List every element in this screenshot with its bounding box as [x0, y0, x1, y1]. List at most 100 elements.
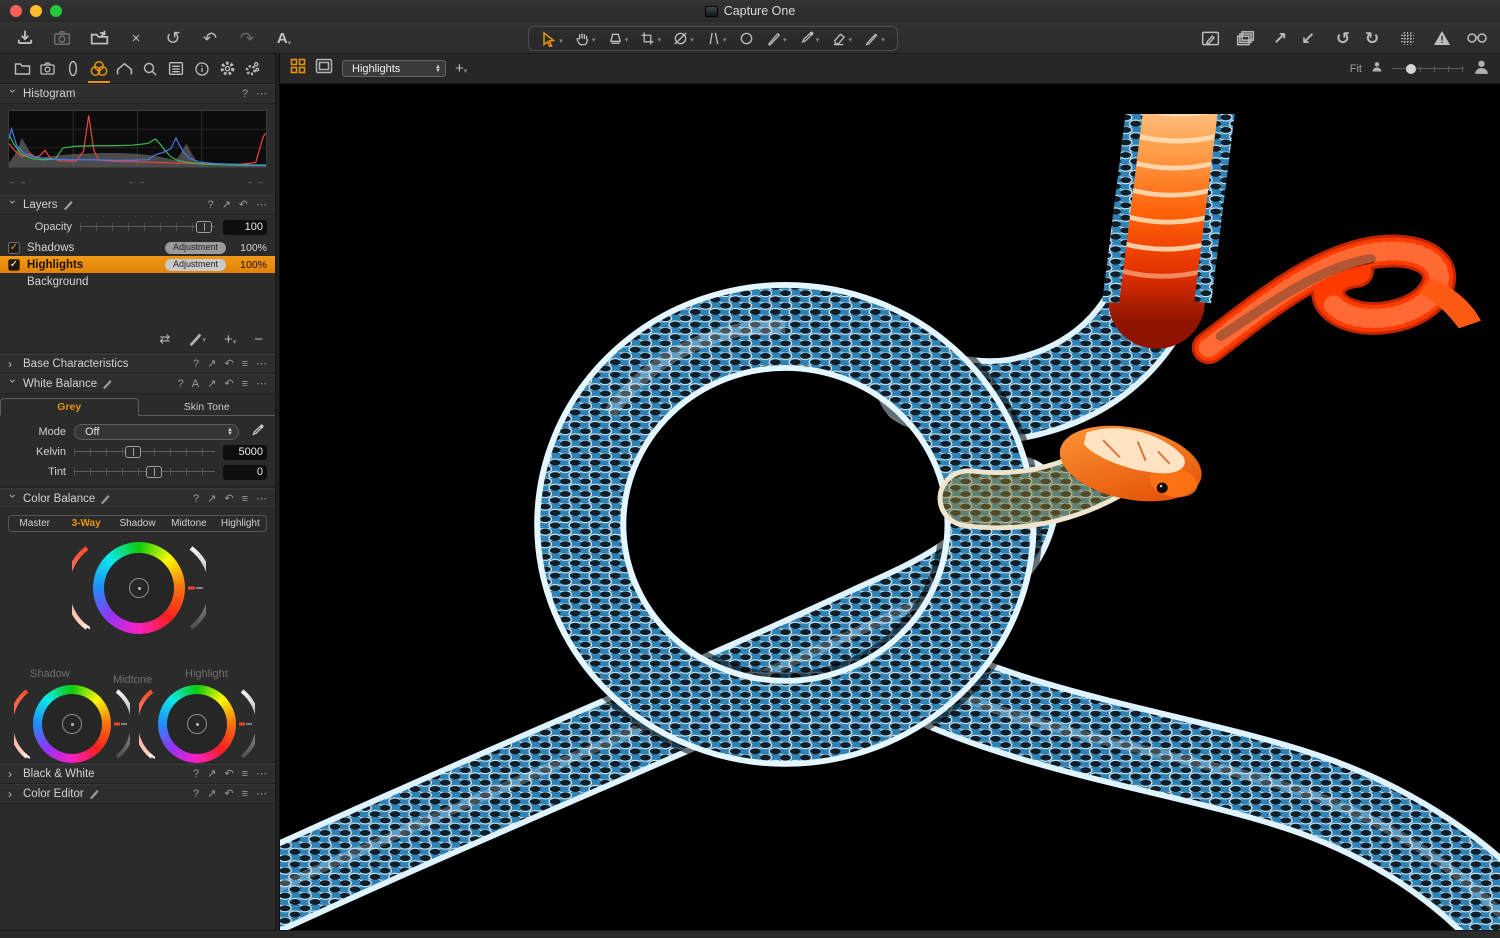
annotate-icon[interactable]: A▾: [273, 27, 295, 49]
variant-selector-dropdown[interactable]: Highlights ▲▼: [342, 60, 446, 77]
delete-icon[interactable]: ×: [125, 27, 147, 49]
chevron-down-icon[interactable]: ›: [6, 200, 20, 210]
help-icon[interactable]: ?: [242, 89, 248, 100]
minimize-window-button[interactable]: [30, 5, 42, 17]
reset-panel-icon[interactable]: ↶: [224, 494, 233, 505]
layer-row-background[interactable]: Background: [0, 273, 275, 290]
redo-icon[interactable]: ↷: [236, 27, 258, 49]
image-canvas[interactable]: [280, 114, 1500, 930]
layer-row-shadows[interactable]: ✓ Shadows Adjustment 100%: [0, 239, 275, 256]
capture-tab-icon[interactable]: [36, 55, 60, 83]
proof-glasses-icon[interactable]: [1466, 27, 1488, 49]
tab-shadow[interactable]: Shadow: [112, 518, 163, 529]
reset-panel-icon[interactable]: ↶: [224, 789, 233, 800]
loupe-tool[interactable]: ▾: [608, 31, 629, 46]
remove-layer-icon[interactable]: −: [254, 331, 263, 348]
lens-tab-icon[interactable]: [61, 55, 85, 83]
base-characteristics-panel-header[interactable]: › Base Characteristics ? ↗ ↶ ≡ ⋯: [0, 354, 275, 374]
tint-slider[interactable]: [74, 466, 215, 478]
help-icon[interactable]: ?: [193, 769, 199, 780]
panel-menu-dots-icon[interactable]: ⋯: [256, 494, 267, 505]
add-clone-variant-icon[interactable]: +▾: [455, 60, 467, 77]
rotate-clockwise-icon[interactable]: ↻: [1361, 27, 1383, 49]
tab-midtone[interactable]: Midtone: [163, 518, 214, 529]
details-tab-icon[interactable]: [138, 55, 162, 83]
exposure-warning-icon[interactable]: [1431, 27, 1453, 49]
reset-adjustments-icon[interactable]: ↺: [162, 27, 184, 49]
kelvin-value[interactable]: 5000: [223, 445, 267, 460]
white-balance-panel-header[interactable]: › White Balance ? A ↗ ↶ ≡ ⋯: [0, 374, 275, 394]
edit-in-screen-icon[interactable]: [1199, 27, 1221, 49]
saturation-arc-slider[interactable]: [139, 684, 155, 764]
zoom-small-icon[interactable]: [1371, 61, 1383, 76]
zoom-slider[interactable]: [1392, 64, 1464, 74]
library-tab-icon[interactable]: [10, 55, 34, 83]
tab-grey[interactable]: Grey: [0, 398, 139, 416]
erase-mask-tool[interactable]: ▾: [831, 31, 852, 46]
reset-panel-icon[interactable]: ↶: [224, 379, 233, 390]
layer-visibility-checkbox[interactable]: ✓: [8, 259, 20, 271]
expand-panel-icon[interactable]: ↗: [207, 379, 216, 390]
reset-panel-icon[interactable]: ↶: [224, 359, 233, 370]
panel-presets-icon[interactable]: ≡: [242, 494, 248, 505]
tab-highlight[interactable]: Highlight: [215, 518, 266, 529]
panel-menu-dots-icon[interactable]: ⋯: [256, 200, 267, 211]
midtone-color-wheel[interactable]: [93, 542, 185, 634]
panel-menu-dots-icon[interactable]: ⋯: [256, 769, 267, 780]
grid-overlay-icon[interactable]: [1396, 27, 1418, 49]
chevron-down-icon[interactable]: ›: [6, 379, 20, 389]
rotate-straighten-tool[interactable]: ▾: [673, 31, 694, 46]
reset-panel-icon[interactable]: ↶: [239, 200, 248, 211]
help-icon[interactable]: ?: [193, 494, 199, 505]
expand-panel-icon[interactable]: ↗: [207, 769, 216, 780]
rotate-counterclockwise-icon[interactable]: ↺: [1332, 27, 1354, 49]
multi-view-icon[interactable]: [290, 58, 306, 79]
panel-menu-dots-icon[interactable]: ⋯: [256, 789, 267, 800]
help-icon[interactable]: ?: [178, 379, 184, 390]
lightness-arc-slider[interactable]: [239, 684, 255, 764]
process-tab-icon[interactable]: [241, 55, 265, 83]
zoom-in-arrow-icon[interactable]: ↗: [1269, 27, 1291, 49]
layers-panel-header[interactable]: › Layers ? ↗ ↶ ⋯: [0, 195, 275, 215]
capture-icon[interactable]: [51, 27, 73, 49]
histogram-panel-header[interactable]: › Histogram ? ⋯: [0, 84, 275, 104]
panel-menu-dots-icon[interactable]: ⋯: [256, 379, 267, 390]
reorder-layers-icon[interactable]: ⇄: [160, 331, 171, 347]
panel-presets-icon[interactable]: ≡: [242, 769, 248, 780]
saturation-arc-slider[interactable]: [72, 540, 90, 636]
expand-panel-icon[interactable]: ↗: [207, 789, 216, 800]
help-icon[interactable]: ?: [193, 359, 199, 370]
layer-row-highlights[interactable]: ✓ Highlights Adjustment 100%: [0, 256, 275, 273]
close-window-button[interactable]: [10, 5, 22, 17]
black-white-panel-header[interactable]: › Black & White ? ↗ ↶ ≡ ⋯: [0, 764, 275, 784]
chevron-right-icon[interactable]: ›: [8, 767, 18, 781]
reset-panel-icon[interactable]: ↶: [224, 769, 233, 780]
wheel-target[interactable]: [187, 714, 207, 734]
color-balance-panel-header[interactable]: › Color Balance ? ↗ ↶ ≡ ⋯: [0, 489, 275, 509]
wb-mode-dropdown[interactable]: Off ▲▼: [74, 424, 239, 440]
zoom-large-icon[interactable]: [1473, 59, 1490, 79]
highlight-color-wheel[interactable]: [158, 685, 236, 763]
keystone-tool[interactable]: ▾: [706, 31, 727, 46]
gradient-mask-tool[interactable]: ▾: [864, 31, 885, 46]
select-tool[interactable]: ▾: [541, 31, 563, 47]
expand-panel-icon[interactable]: ↗: [207, 359, 216, 370]
help-icon[interactable]: ?: [193, 789, 199, 800]
pan-tool[interactable]: ▾: [575, 31, 596, 46]
chevron-down-icon[interactable]: ›: [6, 494, 20, 504]
settings-tab-icon[interactable]: [215, 55, 239, 83]
zoom-slider-handle[interactable]: [1406, 64, 1416, 74]
tab-skin-tone[interactable]: Skin Tone: [139, 398, 276, 415]
mask-brush-icon[interactable]: ▾: [188, 332, 206, 346]
browser-panels-icon[interactable]: [1234, 27, 1256, 49]
single-view-icon[interactable]: [315, 58, 333, 79]
zoom-out-arrow-icon[interactable]: ↙: [1297, 27, 1319, 49]
color-tab-icon[interactable]: [87, 55, 111, 83]
spot-removal-tool[interactable]: [739, 31, 754, 46]
layer-visibility-checkbox[interactable]: ✓: [8, 242, 20, 254]
crop-tool[interactable]: ▾: [640, 31, 661, 46]
tint-value[interactable]: 0: [223, 465, 267, 480]
panel-presets-icon[interactable]: ≡: [242, 359, 248, 370]
chevron-right-icon[interactable]: ›: [8, 787, 18, 801]
lightness-arc-slider[interactable]: [114, 684, 130, 764]
